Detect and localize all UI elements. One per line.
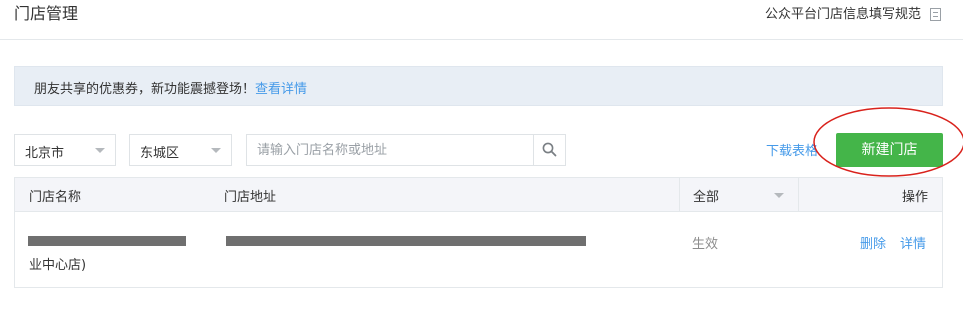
city-select[interactable]: 北京市: [14, 134, 116, 166]
chevron-down-icon: [95, 148, 105, 153]
page-title: 门店管理: [14, 4, 79, 23]
search-button[interactable]: [533, 135, 565, 165]
chevron-down-icon: [211, 148, 221, 153]
store-name-tail: 业中心店): [29, 258, 87, 273]
chevron-down-icon: [774, 193, 784, 198]
header-divider: [0, 39, 963, 40]
document-icon[interactable]: [930, 8, 941, 21]
redacted-store-address: [226, 236, 586, 246]
detail-link[interactable]: 详情: [900, 233, 926, 252]
column-header-address: 门店地址: [224, 190, 277, 205]
search-input[interactable]: [247, 135, 535, 165]
red-annotation-ellipse: [813, 107, 963, 177]
store-table: 门店名称 门店地址 全部 操作 业中心店) 生效 删除 详情: [14, 177, 943, 288]
column-header-ops: 操作: [901, 190, 928, 205]
district-select[interactable]: 东城区: [129, 134, 232, 166]
search-box: [246, 134, 566, 166]
status-filter-dropdown[interactable]: 全部: [679, 178, 799, 211]
column-header-status: 全部: [693, 190, 720, 205]
spec-link[interactable]: 公众平台门店信息填写规范: [765, 6, 921, 24]
column-header-name: 门店名称: [29, 190, 82, 205]
delete-link[interactable]: 删除: [860, 233, 886, 252]
search-icon: [542, 142, 557, 157]
city-select-value: 北京市: [25, 146, 65, 161]
notice-banner: 朋友共享的优惠券，新功能震撼登场！查看详情: [14, 66, 943, 106]
table-header: 门店名称 门店地址 全部 操作: [15, 178, 942, 212]
notice-text: 朋友共享的优惠券，新功能震撼登场！: [34, 82, 256, 97]
district-select-value: 东城区: [140, 146, 180, 161]
notice-detail-link[interactable]: 查看详情: [255, 82, 307, 97]
notice-text-wrap: 朋友共享的优惠券，新功能震撼登场！查看详情: [34, 78, 307, 97]
status-value: 生效: [692, 237, 719, 252]
redacted-store-name: [28, 236, 186, 246]
